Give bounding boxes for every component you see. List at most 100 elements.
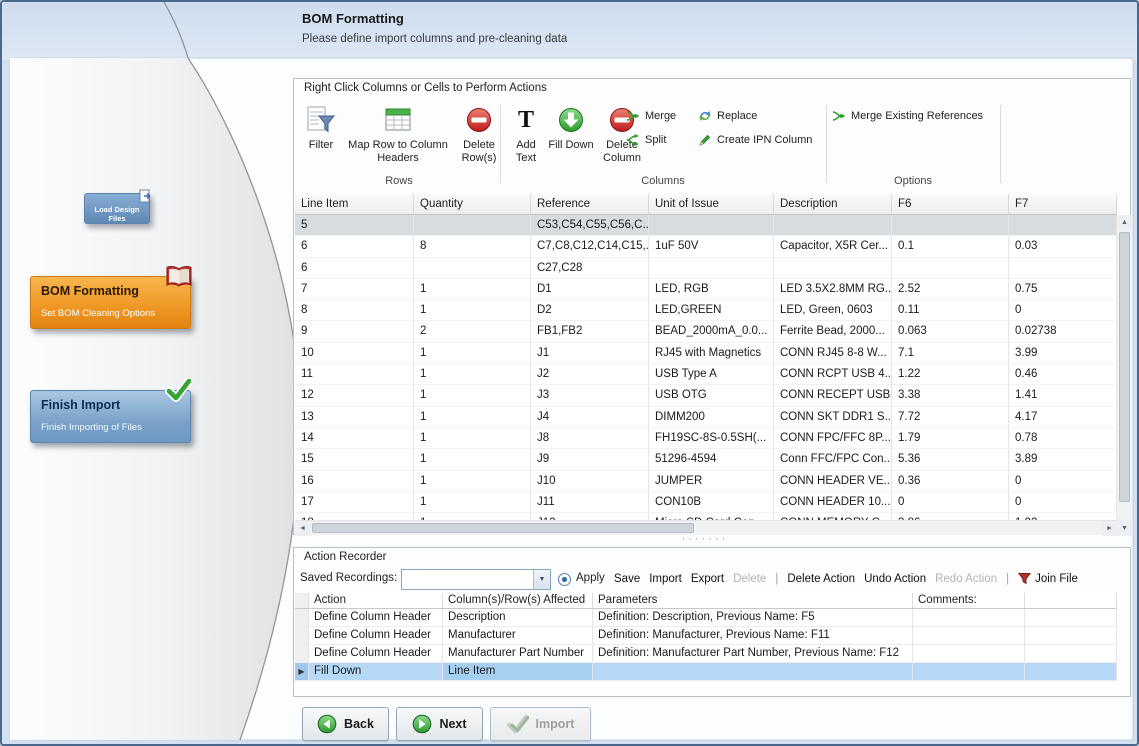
bom-cell[interactable]: LED 3.5X2.8MM RG... [774, 279, 892, 300]
action-cell[interactable] [593, 663, 913, 681]
action-cell[interactable] [913, 645, 1025, 663]
bom-cell[interactable]: 8 [295, 300, 414, 321]
bom-cell[interactable] [649, 215, 774, 236]
next-button[interactable]: Next [396, 707, 483, 741]
bom-cell[interactable]: 7.1 [892, 343, 1009, 364]
wizard-step-load-design-files[interactable]: Load Design Files [84, 193, 150, 224]
bom-cell[interactable]: 11 [295, 364, 414, 385]
bom-table-row[interactable]: 181J12Micro SD Card Con...CONN MEMORY C.… [295, 513, 1117, 520]
bom-cell[interactable]: 17 [295, 492, 414, 513]
bom-cell[interactable]: 5.36 [892, 449, 1009, 470]
action-row[interactable]: Define Column HeaderDescriptionDefinitio… [295, 609, 1117, 627]
action-cell[interactable]: Line Item [443, 663, 593, 681]
join-file-link[interactable]: Join File [1018, 572, 1078, 585]
delete-rows-button[interactable]: Delete Row(s) [456, 103, 502, 165]
column-header-f7[interactable]: F7 [1009, 194, 1117, 214]
action-row[interactable]: Define Column HeaderManufacturerDefiniti… [295, 627, 1117, 645]
column-header-parameters[interactable]: Parameters [593, 593, 913, 608]
bom-cell[interactable]: J2 [531, 364, 649, 385]
column-header-affected[interactable]: Column(s)/Row(s) Affected [443, 593, 593, 608]
bom-cell[interactable]: 0.03 [1009, 236, 1117, 257]
action-row[interactable]: ▶Fill DownLine Item [295, 663, 1117, 681]
bom-cell[interactable]: J11 [531, 492, 649, 513]
bom-cell[interactable]: 0 [1009, 492, 1117, 513]
bom-cell[interactable]: 3.38 [892, 385, 1009, 406]
bom-table-row[interactable]: 81D2LED,GREENLED, Green, 06030.110 [295, 300, 1117, 321]
import-link[interactable]: Import [649, 573, 682, 585]
bom-cell[interactable]: C27,C28 [531, 258, 649, 279]
bom-cell[interactable]: FH19SC-8S-0.5SH(... [649, 428, 774, 449]
bom-cell[interactable]: 1 [414, 279, 531, 300]
action-row[interactable]: Define Column HeaderManufacturer Part Nu… [295, 645, 1117, 663]
bom-cell[interactable]: USB Type A [649, 364, 774, 385]
column-header-quantity[interactable]: Quantity [414, 194, 531, 214]
bom-cell[interactable]: 14 [295, 428, 414, 449]
bom-vertical-scrollbar[interactable]: ▲ ▼ [1117, 215, 1132, 536]
bom-cell[interactable]: LED, RGB [649, 279, 774, 300]
bom-cell[interactable]: 0.46 [1009, 364, 1117, 385]
bom-cell[interactable] [1009, 215, 1117, 236]
bom-cell[interactable]: LED,GREEN [649, 300, 774, 321]
column-header-action[interactable]: Action [309, 593, 443, 608]
column-header-description[interactable]: Description [774, 194, 892, 214]
scroll-down-icon[interactable]: ▼ [1117, 521, 1132, 536]
bom-cell[interactable]: D2 [531, 300, 649, 321]
bom-cell[interactable]: 1 [414, 364, 531, 385]
merge-button[interactable]: Merge [626, 107, 676, 125]
splitter-handle[interactable]: ······· [294, 534, 1116, 545]
action-cell[interactable]: Fill Down [309, 663, 443, 681]
add-text-button[interactable]: T Add Text [506, 103, 546, 165]
action-cell[interactable]: Definition: Manufacturer, Previous Name:… [593, 627, 913, 645]
bom-cell[interactable]: 7.72 [892, 407, 1009, 428]
action-cell[interactable] [1025, 663, 1117, 681]
bom-table-row[interactable]: 131J4DIMM200CONN SKT DDR1 S...7.724.17 [295, 407, 1117, 428]
bom-cell[interactable]: CONN RECEPT USB... [774, 385, 892, 406]
bom-cell[interactable]: 1 [414, 428, 531, 449]
bom-cell[interactable]: CON10B [649, 492, 774, 513]
bom-cell[interactable]: CONN RJ45 8-8 W... [774, 343, 892, 364]
horizontal-scroll-thumb[interactable] [312, 523, 694, 533]
action-cell[interactable]: Definition: Manufacturer Part Number, Pr… [593, 645, 913, 663]
wizard-step-finish-import[interactable]: Finish Import Finish Importing of Files [30, 390, 191, 443]
bom-cell[interactable]: 1.41 [1009, 385, 1117, 406]
action-cell[interactable]: Manufacturer [443, 627, 593, 645]
bom-cell[interactable]: J12 [531, 513, 649, 520]
action-cell[interactable] [1025, 645, 1117, 663]
bom-cell[interactable]: CONN HEADER VE... [774, 471, 892, 492]
bom-cell[interactable]: JUMPER [649, 471, 774, 492]
vertical-scroll-thumb[interactable] [1119, 232, 1130, 502]
bom-cell[interactable]: 1 [414, 343, 531, 364]
bom-cell[interactable]: 0 [1009, 471, 1117, 492]
action-cell[interactable] [913, 663, 1025, 681]
bom-cell[interactable]: 1.79 [892, 428, 1009, 449]
bom-cell[interactable] [414, 215, 531, 236]
bom-cell[interactable]: 0 [1009, 300, 1117, 321]
saved-recordings-combo[interactable]: ▼ [401, 569, 551, 590]
bom-cell[interactable]: 2 [414, 321, 531, 342]
bom-cell[interactable]: CONN FPC/FFC 8P... [774, 428, 892, 449]
bom-cell[interactable]: 6 [295, 258, 414, 279]
bom-cell[interactable] [1009, 258, 1117, 279]
bom-cell[interactable]: 15 [295, 449, 414, 470]
bom-cell[interactable]: 13 [295, 407, 414, 428]
bom-cell[interactable]: 0.78 [1009, 428, 1117, 449]
bom-cell[interactable]: USB OTG [649, 385, 774, 406]
bom-table-row[interactable]: 121J3USB OTGCONN RECEPT USB...3.381.41 [295, 385, 1117, 406]
bom-table-row[interactable]: 71D1LED, RGBLED 3.5X2.8MM RG...2.520.75 [295, 279, 1117, 300]
bom-cell[interactable]: 1 [414, 513, 531, 520]
bom-cell[interactable]: 2.52 [892, 279, 1009, 300]
apply-label[interactable]: Apply [576, 572, 605, 584]
bom-cell[interactable]: 10 [295, 343, 414, 364]
bom-cell[interactable]: Capacitor, X5R Cer... [774, 236, 892, 257]
bom-cell[interactable]: 0.75 [1009, 279, 1117, 300]
bom-cell[interactable]: C53,C54,C55,C56,C... [531, 215, 649, 236]
bom-table-row[interactable]: 92FB1,FB2BEAD_2000mA_0.0...Ferrite Bead,… [295, 321, 1117, 342]
bom-cell[interactable]: 0.36 [892, 471, 1009, 492]
bom-cell[interactable]: 1uF 50V [649, 236, 774, 257]
bom-cell[interactable]: 3.99 [1009, 343, 1117, 364]
bom-cell[interactable]: J10 [531, 471, 649, 492]
apply-radio[interactable] [558, 573, 571, 586]
export-link[interactable]: Export [691, 573, 724, 585]
bom-cell[interactable]: 1 [414, 407, 531, 428]
merge-existing-references-button[interactable]: Merge Existing References [832, 107, 983, 125]
